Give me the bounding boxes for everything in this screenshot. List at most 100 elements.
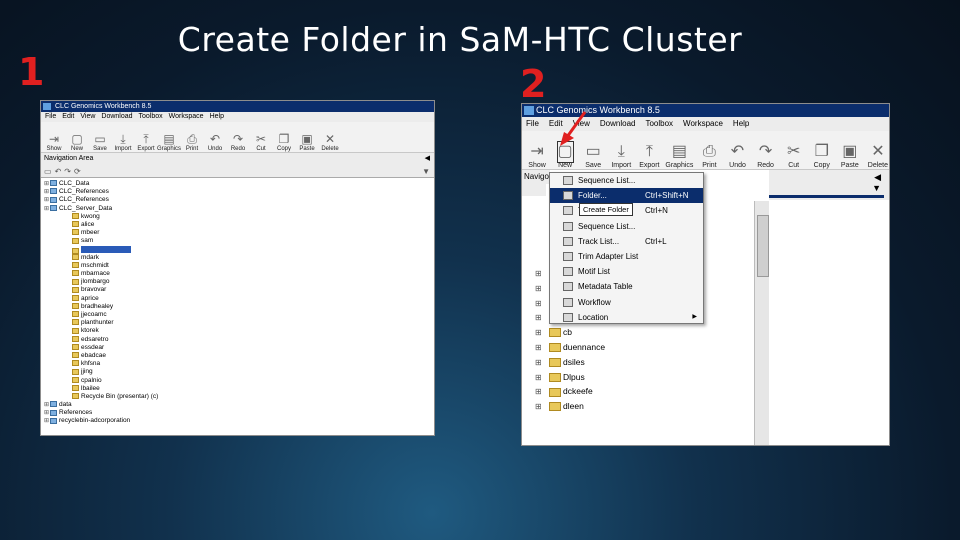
menu-download[interactable]: Download (600, 117, 636, 131)
tree-item[interactable]: lbailee (41, 385, 434, 393)
menu-help[interactable]: Help (210, 112, 224, 122)
tree-item[interactable]: essdear (41, 344, 434, 352)
collapse-icon[interactable]: ◀ (425, 153, 430, 165)
folder-icon[interactable]: ▭ (44, 167, 52, 176)
menu-workspace[interactable]: Workspace (683, 117, 723, 131)
tree-item[interactable]: cpalnio (41, 377, 434, 385)
tree-item[interactable]: planthunter (41, 319, 434, 327)
cut-button[interactable]: ✂ Cut (252, 132, 270, 152)
menu-edit[interactable]: Edit (62, 112, 74, 122)
tree-item[interactable]: ⊞ Dlpus (535, 370, 605, 385)
save-button[interactable]: ▭ Save (582, 142, 604, 169)
tree-item[interactable]: mdark (41, 254, 434, 262)
collapse-icon[interactable]: ◀ (874, 172, 881, 183)
copy-button[interactable]: ❐ Copy (811, 142, 833, 169)
back-icon[interactable]: ↶ (55, 167, 62, 176)
undo-button[interactable]: ↶ Undo (726, 142, 748, 169)
menu-edit[interactable]: Edit (549, 117, 563, 131)
tree-item[interactable]: ⊞ CLC_Data (41, 180, 434, 188)
tree-item[interactable]: jjecoamc (41, 311, 434, 319)
menu-item[interactable]: Track List... Ctrl+L (550, 234, 703, 249)
menu-item[interactable]: Metadata Table (550, 279, 703, 294)
redo-button[interactable]: ↷ Redo (229, 132, 247, 152)
paste-button[interactable]: ▣ Paste (839, 142, 861, 169)
redo-button[interactable]: ↷ Redo (755, 142, 777, 169)
tree-item[interactable]: ⊞ CLC_References (41, 188, 434, 196)
import-button[interactable]: ⤓ Import (610, 142, 632, 169)
refresh-icon[interactable]: ⟳ (74, 167, 81, 176)
expand-icon[interactable]: ⊞ (535, 371, 549, 386)
save-button[interactable]: ▭ Save (91, 132, 109, 152)
menu-workspace[interactable]: Workspace (169, 112, 204, 122)
tree-item[interactable]: ⊞ CLC_References (41, 196, 434, 204)
menu-item[interactable]: Motif List (550, 264, 703, 279)
tree-item[interactable]: Recycle Bin (presentar) (c) (41, 393, 434, 401)
forward-icon[interactable]: ↷ (64, 167, 71, 176)
expand-icon[interactable]: ⊞ (535, 267, 549, 282)
new-button[interactable]: ▢ New (554, 141, 576, 169)
expand-icon[interactable]: ⊞ (535, 400, 549, 415)
menu-view[interactable]: View (80, 112, 95, 122)
tree-item[interactable]: mschmidt (41, 262, 434, 270)
tree-item[interactable]: ⊞ References (41, 409, 434, 417)
tree-item[interactable]: ⊞ duennance (535, 340, 605, 355)
expand-icon[interactable]: ⊞ (535, 385, 549, 400)
export-button[interactable]: ⤒ Export (638, 142, 660, 169)
tree-item[interactable]: ktorek (41, 327, 434, 335)
cut-button[interactable]: ✂ Cut (783, 142, 805, 169)
tree-item[interactable]: aprice (41, 295, 434, 303)
export-button[interactable]: ⤒ Export (137, 132, 155, 152)
menu-item[interactable]: Sequence List... (550, 173, 703, 188)
menu-view[interactable]: View (573, 117, 590, 131)
menu-toolbox[interactable]: Toolbox (645, 117, 673, 131)
tree-item[interactable]: ⊞ CLC_Server_Data (41, 205, 434, 213)
copy-button[interactable]: ❐ Copy (275, 132, 293, 152)
graphics-button[interactable]: ▤ Graphics (157, 132, 181, 152)
tree-item[interactable]: ebadcae (41, 352, 434, 360)
new-button[interactable]: ▢ New (68, 132, 86, 152)
print-button[interactable]: ⎙ Print (698, 142, 720, 169)
tree-item[interactable]: edsaretro (41, 336, 434, 344)
menu-item[interactable]: Location ▶ (550, 310, 703, 325)
expand-icon[interactable]: ⊞ (535, 297, 549, 312)
vertical-scrollbar[interactable] (754, 201, 769, 445)
tree-item[interactable]: ⊞ dleen (535, 399, 605, 414)
expand-icon[interactable]: ⊞ (535, 311, 549, 326)
import-button[interactable]: ⤓ Import (114, 132, 132, 152)
tree-item[interactable]: mbeer (41, 229, 434, 237)
expand-icon[interactable]: ⊞ (535, 356, 549, 371)
tree-item[interactable]: ⊞ dckeefe (535, 384, 605, 399)
expand-icon[interactable]: ⊞ (535, 326, 549, 341)
tree-item[interactable]: bradhealey (41, 303, 434, 311)
tree-item[interactable]: bravovar (41, 286, 434, 294)
tree-item[interactable]: ⊞ dsiles (535, 355, 605, 370)
tree-item[interactable]: ⊞ data (41, 401, 434, 409)
menu-item[interactable]: Folder... Ctrl+Shift+N (550, 188, 703, 204)
menu-file[interactable]: File (45, 112, 56, 122)
delete-button[interactable]: ✕ Delete (321, 132, 339, 152)
print-button[interactable]: ⎙ Print (183, 132, 201, 152)
menu-item[interactable]: Workflow (550, 295, 703, 310)
delete-button[interactable]: ✕ Delete (867, 142, 889, 169)
show-button[interactable]: ⇥ Show (45, 132, 63, 152)
paste-button[interactable]: ▣ Paste (298, 132, 316, 152)
tree-item[interactable]: ⊞ cb (535, 325, 605, 340)
tree-item[interactable]: alice (41, 221, 434, 229)
menu-item[interactable]: Trim Adapter List (550, 249, 703, 264)
menu-file[interactable]: File (526, 117, 539, 131)
graphics-button[interactable]: ▤ Graphics (665, 142, 693, 169)
tree-item[interactable]: jlombargo (41, 278, 434, 286)
tree-item[interactable]: ⊞ recyclebin-adcorporation (41, 417, 434, 425)
undo-button[interactable]: ↶ Undo (206, 132, 224, 152)
filter-icon[interactable]: ▼ (422, 167, 430, 176)
scrollbar-thumb[interactable] (757, 215, 769, 277)
tree-item[interactable]: mbarnace (41, 270, 434, 278)
tree-item[interactable]: jjing (41, 368, 434, 376)
tree-item[interactable]: khfsna (41, 360, 434, 368)
tree-item[interactable]: sam (41, 237, 434, 245)
expand-icon[interactable]: ⊞ (535, 341, 549, 356)
tree-item[interactable]: kwong (41, 213, 434, 221)
menu-toolbox[interactable]: Toolbox (139, 112, 163, 122)
menu-item[interactable]: Sequence List... (550, 219, 703, 234)
show-button[interactable]: ⇥ Show (526, 142, 548, 169)
